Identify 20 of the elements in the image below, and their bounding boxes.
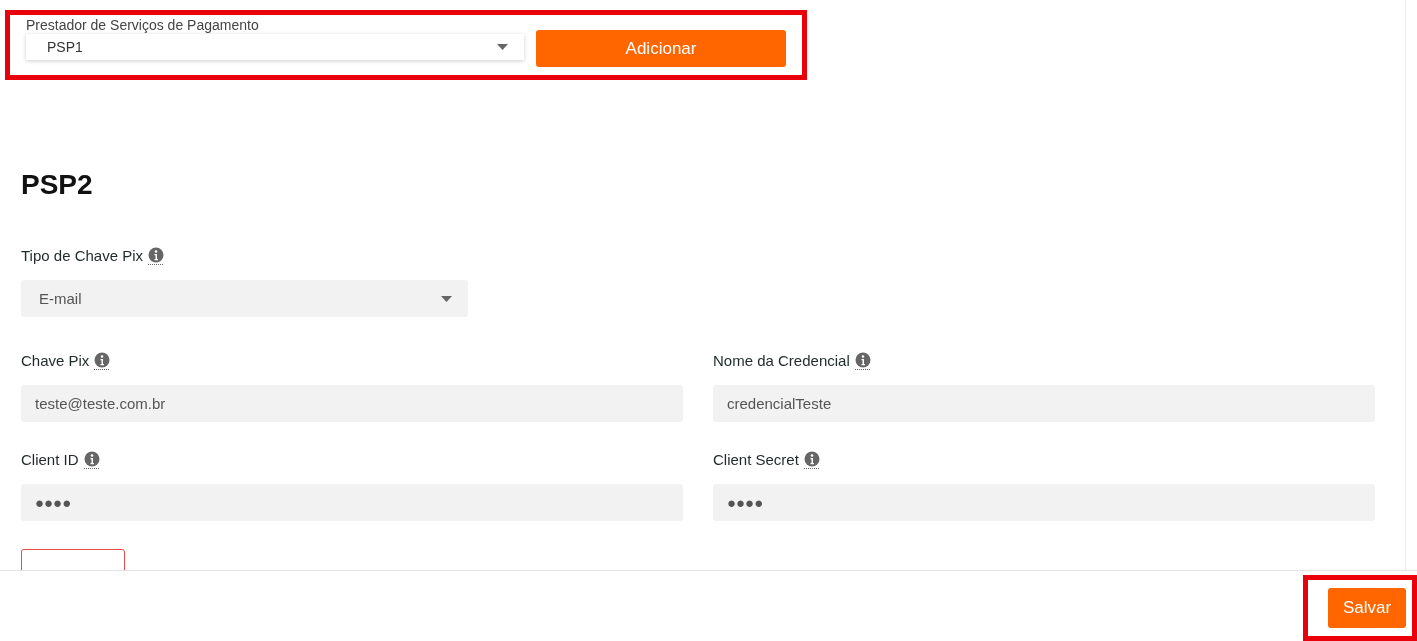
field-label: Client Secret (713, 450, 799, 468)
caret-icon (497, 44, 509, 50)
field-label: Nome da Credencial (713, 351, 850, 369)
input-field[interactable]: ●●●● (713, 484, 1375, 521)
caret-icon (441, 295, 452, 302)
field-label: Client ID (21, 450, 79, 468)
input-field[interactable]: ●●●● (21, 484, 683, 521)
input-field[interactable]: credencialTeste (713, 385, 1375, 422)
input-field[interactable]: teste@teste.com.br (21, 385, 683, 422)
info-icon (148, 247, 164, 265)
field-label: Tipo de Chave Pix (21, 246, 143, 264)
key-type-dropdown[interactable]: E-mail (21, 280, 468, 317)
field-label: Chave Pix (21, 351, 90, 369)
field-label: Prestador de Serviços de Pagamento (26, 18, 260, 32)
info-icon (94, 352, 111, 370)
info-icon (83, 451, 100, 469)
provider-dropdown[interactable]: PSP1 (26, 34, 525, 60)
info-icon (854, 352, 871, 370)
section-title: PSP2 (21, 169, 94, 201)
info-icon (803, 451, 820, 469)
